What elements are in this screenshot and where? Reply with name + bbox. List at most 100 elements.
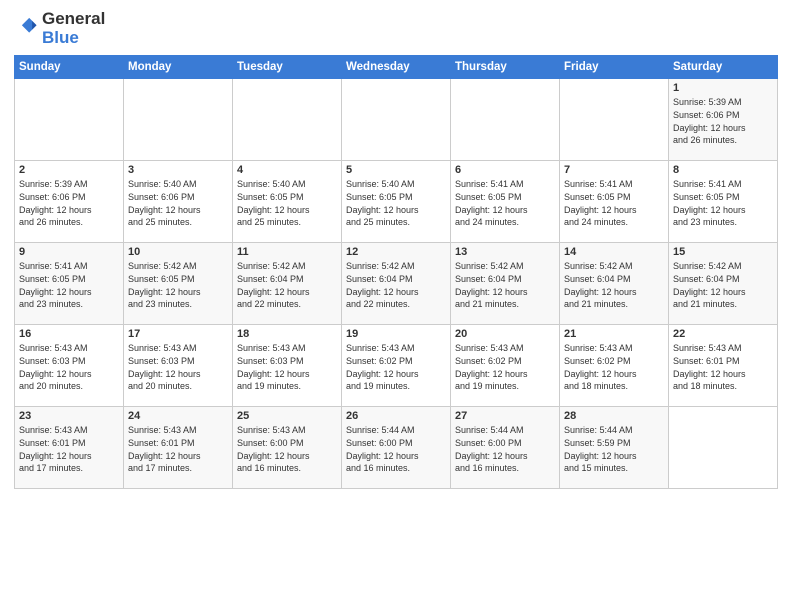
calendar-cell: 28 Sunrise: 5:44 AM Sunset: 5:59 PM Dayli… [560, 407, 669, 489]
day-number: 13 [455, 246, 555, 258]
day-info: Sunrise: 5:40 AM Sunset: 6:06 PM Dayligh… [128, 178, 228, 228]
logo-line1: General [42, 10, 105, 29]
day-number: 19 [346, 328, 446, 340]
day-info: Sunrise: 5:42 AM Sunset: 6:04 PM Dayligh… [564, 260, 664, 310]
calendar-week-row: 9Sunrise: 5:41 AM Sunset: 6:05 PM Daylig… [15, 243, 778, 325]
day-info: Sunrise: 5:43 AM Sunset: 6:03 PM Dayligh… [237, 342, 337, 392]
calendar-cell: 21 Sunrise: 5:43 AM Sunset: 6:02 PM Dayli… [560, 325, 669, 407]
logo: General Blue [14, 10, 105, 47]
calendar-cell [233, 79, 342, 161]
day-number: 9 [19, 246, 119, 258]
day-info: Sunrise: 5:43 AM Sunset: 6:02 PM Dayligh… [455, 342, 555, 392]
weekday-header: Monday [124, 56, 233, 79]
day-info: Sunrise: 5:43 AM Sunset: 6:01 PM Dayligh… [673, 342, 773, 392]
weekday-header: Wednesday [342, 56, 451, 79]
day-number: 12 [346, 246, 446, 258]
day-number: 3 [128, 164, 228, 176]
day-info: Sunrise: 5:41 AM Sunset: 6:05 PM Dayligh… [564, 178, 664, 228]
day-number: 23 [19, 410, 119, 422]
calendar-cell: 7Sunrise: 5:41 AM Sunset: 6:05 PM Daylig… [560, 161, 669, 243]
calendar-cell: 12 Sunrise: 5:42 AM Sunset: 6:04 PM Dayli… [342, 243, 451, 325]
calendar-cell: 17 Sunrise: 5:43 AM Sunset: 6:03 PM Dayli… [124, 325, 233, 407]
day-number: 14 [564, 246, 664, 258]
logo-icon [16, 15, 38, 37]
day-number: 10 [128, 246, 228, 258]
day-number: 8 [673, 164, 773, 176]
day-info: Sunrise: 5:40 AM Sunset: 6:05 PM Dayligh… [346, 178, 446, 228]
calendar-cell [669, 407, 778, 489]
day-info: Sunrise: 5:42 AM Sunset: 6:04 PM Dayligh… [455, 260, 555, 310]
day-number: 17 [128, 328, 228, 340]
logo-line2: Blue [42, 29, 105, 48]
day-info: Sunrise: 5:42 AM Sunset: 6:04 PM Dayligh… [237, 260, 337, 310]
weekday-header: Thursday [451, 56, 560, 79]
calendar-cell: 18 Sunrise: 5:43 AM Sunset: 6:03 PM Dayli… [233, 325, 342, 407]
calendar-cell: 1Sunrise: 5:39 AM Sunset: 6:06 PM Daylig… [669, 79, 778, 161]
calendar-cell: 5 Sunrise: 5:40 AM Sunset: 6:05 PM Daylig… [342, 161, 451, 243]
day-number: 20 [455, 328, 555, 340]
calendar-week-row: 16 Sunrise: 5:43 AM Sunset: 6:03 PM Dayli… [15, 325, 778, 407]
day-number: 5 [346, 164, 446, 176]
calendar-cell: 14 Sunrise: 5:42 AM Sunset: 6:04 PM Dayli… [560, 243, 669, 325]
calendar-cell [560, 79, 669, 161]
day-number: 16 [19, 328, 119, 340]
day-info: Sunrise: 5:44 AM Sunset: 5:59 PM Dayligh… [564, 424, 664, 474]
calendar-cell: 20 Sunrise: 5:43 AM Sunset: 6:02 PM Dayli… [451, 325, 560, 407]
calendar-cell [451, 79, 560, 161]
calendar-cell: 19 Sunrise: 5:43 AM Sunset: 6:02 PM Dayli… [342, 325, 451, 407]
day-number: 25 [237, 410, 337, 422]
calendar-cell: 11Sunrise: 5:42 AM Sunset: 6:04 PM Dayli… [233, 243, 342, 325]
day-number: 4 [237, 164, 337, 176]
calendar-cell: 4 Sunrise: 5:40 AM Sunset: 6:05 PM Daylig… [233, 161, 342, 243]
day-info: Sunrise: 5:44 AM Sunset: 6:00 PM Dayligh… [455, 424, 555, 474]
day-number: 6 [455, 164, 555, 176]
calendar-cell: 27 Sunrise: 5:44 AM Sunset: 6:00 PM Dayli… [451, 407, 560, 489]
page-header: General Blue [14, 10, 778, 47]
day-number: 15 [673, 246, 773, 258]
calendar-cell: 15Sunrise: 5:42 AM Sunset: 6:04 PM Dayli… [669, 243, 778, 325]
weekday-header: Tuesday [233, 56, 342, 79]
day-info: Sunrise: 5:39 AM Sunset: 6:06 PM Dayligh… [673, 96, 773, 146]
day-number: 22 [673, 328, 773, 340]
day-info: Sunrise: 5:42 AM Sunset: 6:05 PM Dayligh… [128, 260, 228, 310]
day-number: 24 [128, 410, 228, 422]
day-number: 26 [346, 410, 446, 422]
calendar-cell: 2Sunrise: 5:39 AM Sunset: 6:06 PM Daylig… [15, 161, 124, 243]
day-info: Sunrise: 5:43 AM Sunset: 6:03 PM Dayligh… [128, 342, 228, 392]
day-number: 27 [455, 410, 555, 422]
day-info: Sunrise: 5:43 AM Sunset: 6:02 PM Dayligh… [346, 342, 446, 392]
calendar-cell: 6 Sunrise: 5:41 AM Sunset: 6:05 PM Daylig… [451, 161, 560, 243]
calendar-cell: 23 Sunrise: 5:43 AM Sunset: 6:01 PM Dayli… [15, 407, 124, 489]
calendar-cell: 25 Sunrise: 5:43 AM Sunset: 6:00 PM Dayli… [233, 407, 342, 489]
day-number: 2 [19, 164, 119, 176]
day-info: Sunrise: 5:43 AM Sunset: 6:01 PM Dayligh… [19, 424, 119, 474]
calendar-cell: 26 Sunrise: 5:44 AM Sunset: 6:00 PM Dayli… [342, 407, 451, 489]
day-info: Sunrise: 5:43 AM Sunset: 6:02 PM Dayligh… [564, 342, 664, 392]
calendar-table: SundayMondayTuesdayWednesdayThursdayFrid… [14, 55, 778, 489]
calendar-cell: 16Sunrise: 5:43 AM Sunset: 6:03 PM Dayli… [15, 325, 124, 407]
weekday-header: Friday [560, 56, 669, 79]
day-info: Sunrise: 5:41 AM Sunset: 6:05 PM Dayligh… [673, 178, 773, 228]
calendar-week-row: 1Sunrise: 5:39 AM Sunset: 6:06 PM Daylig… [15, 79, 778, 161]
calendar-cell [15, 79, 124, 161]
calendar-week-row: 2Sunrise: 5:39 AM Sunset: 6:06 PM Daylig… [15, 161, 778, 243]
day-info: Sunrise: 5:43 AM Sunset: 6:00 PM Dayligh… [237, 424, 337, 474]
calendar-cell [124, 79, 233, 161]
day-info: Sunrise: 5:40 AM Sunset: 6:05 PM Dayligh… [237, 178, 337, 228]
weekday-header: Sunday [15, 56, 124, 79]
calendar-cell: 3 Sunrise: 5:40 AM Sunset: 6:06 PM Daylig… [124, 161, 233, 243]
calendar-cell: 13 Sunrise: 5:42 AM Sunset: 6:04 PM Dayli… [451, 243, 560, 325]
day-info: Sunrise: 5:41 AM Sunset: 6:05 PM Dayligh… [455, 178, 555, 228]
day-info: Sunrise: 5:44 AM Sunset: 6:00 PM Dayligh… [346, 424, 446, 474]
calendar-cell: 24 Sunrise: 5:43 AM Sunset: 6:01 PM Dayli… [124, 407, 233, 489]
day-number: 28 [564, 410, 664, 422]
day-info: Sunrise: 5:42 AM Sunset: 6:04 PM Dayligh… [346, 260, 446, 310]
day-info: Sunrise: 5:43 AM Sunset: 6:01 PM Dayligh… [128, 424, 228, 474]
page-container: General Blue SundayMondayTuesdayWednesda… [0, 0, 792, 499]
weekday-header-row: SundayMondayTuesdayWednesdayThursdayFrid… [15, 56, 778, 79]
calendar-week-row: 23 Sunrise: 5:43 AM Sunset: 6:01 PM Dayli… [15, 407, 778, 489]
calendar-cell: 8 Sunrise: 5:41 AM Sunset: 6:05 PM Daylig… [669, 161, 778, 243]
day-number: 21 [564, 328, 664, 340]
calendar-cell [342, 79, 451, 161]
day-number: 18 [237, 328, 337, 340]
